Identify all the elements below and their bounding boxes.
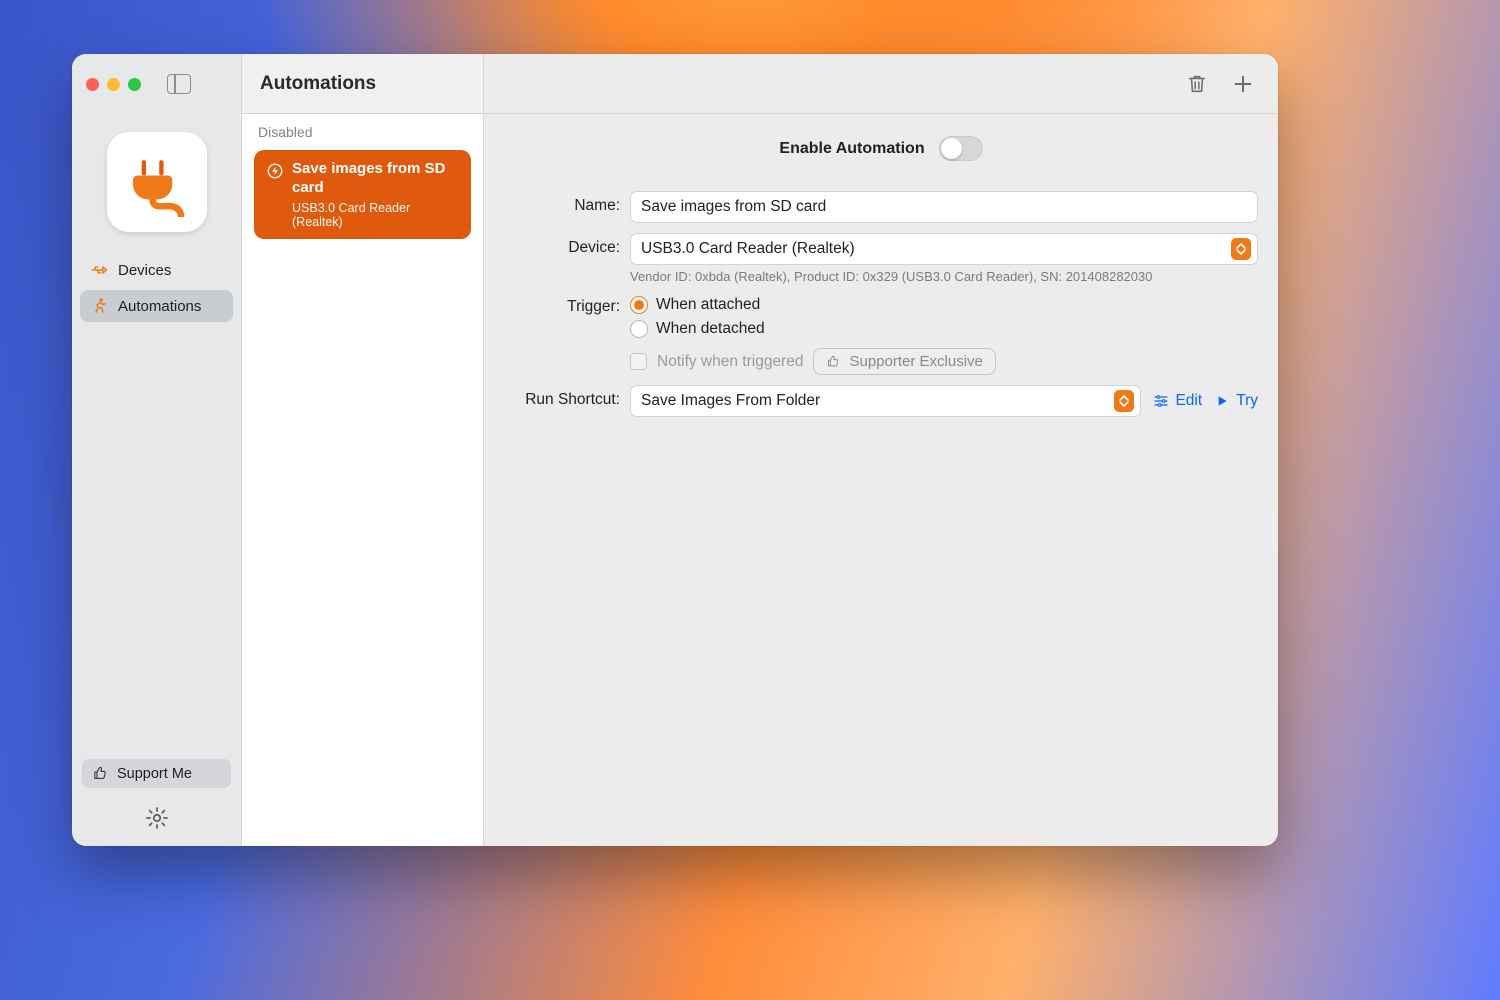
app-icon-wrap	[72, 114, 241, 254]
sidebar-nav: Devices Automations	[72, 254, 241, 322]
bolt-circle-icon	[266, 162, 284, 180]
supporter-badge-label: Supporter Exclusive	[849, 353, 982, 370]
list-section-disabled: Disabled	[242, 114, 483, 146]
radio-icon	[630, 320, 648, 338]
enable-automation-label: Enable Automation	[779, 140, 924, 158]
app-window: Devices Automations Support Me	[72, 54, 1278, 846]
enable-automation-row: Enable Automation	[504, 136, 1258, 161]
sidebar-item-automations[interactable]: Automations	[80, 290, 233, 322]
radio-icon	[630, 296, 648, 314]
thumbs-up-icon	[826, 354, 841, 369]
trigger-detached-label: When detached	[656, 320, 765, 338]
shortcut-select-value: Save Images From Folder	[641, 392, 820, 410]
device-select[interactable]: USB3.0 Card Reader (Realtek)	[630, 233, 1258, 265]
device-label: Device:	[504, 233, 620, 257]
try-label: Try	[1236, 392, 1258, 410]
automation-list-pane: Automations Disabled Save images from SD…	[242, 54, 484, 846]
plug-icon	[122, 147, 192, 217]
usb-icon	[90, 261, 108, 279]
trigger-attached-radio[interactable]: When attached	[630, 296, 996, 314]
detail-toolbar	[484, 54, 1278, 114]
trash-icon[interactable]	[1186, 73, 1208, 95]
sidebar-item-devices[interactable]: Devices	[80, 254, 233, 286]
shortcut-select[interactable]: Save Images From Folder	[630, 385, 1141, 417]
toggle-sidebar-icon[interactable]	[167, 74, 191, 94]
sidebar-item-label: Automations	[118, 298, 201, 315]
trigger-detached-radio[interactable]: When detached	[630, 320, 996, 338]
supporter-badge[interactable]: Supporter Exclusive	[813, 348, 995, 375]
trigger-attached-label: When attached	[656, 296, 760, 314]
edit-shortcut-button[interactable]: Edit	[1153, 392, 1202, 410]
support-me-label: Support Me	[117, 766, 192, 782]
thumbs-up-icon	[92, 765, 109, 782]
automation-item[interactable]: Save images from SD card USB3.0 Card Rea…	[254, 150, 471, 239]
name-label: Name:	[504, 191, 620, 215]
name-input[interactable]	[630, 191, 1258, 223]
zoom-window-button[interactable]	[128, 78, 141, 91]
page-title: Automations	[260, 73, 376, 95]
settings-icon[interactable]	[145, 806, 169, 830]
try-shortcut-button[interactable]: Try	[1214, 392, 1258, 410]
trigger-label: Trigger:	[504, 292, 620, 316]
detail-pane: Enable Automation Name: Device: USB3.0 C…	[484, 54, 1278, 846]
window-controls	[72, 54, 241, 114]
sidebar: Devices Automations Support Me	[72, 54, 242, 846]
device-hint: Vendor ID: 0xbda (Realtek), Product ID: …	[630, 269, 1258, 284]
shortcut-label: Run Shortcut:	[504, 385, 620, 409]
close-window-button[interactable]	[86, 78, 99, 91]
enable-automation-toggle[interactable]	[939, 136, 983, 161]
stepper-icon	[1231, 238, 1251, 260]
notify-label: Notify when triggered	[657, 353, 803, 371]
notify-checkbox[interactable]	[630, 353, 647, 370]
list-toolbar: Automations	[242, 54, 483, 114]
edit-label: Edit	[1175, 392, 1202, 410]
sidebar-item-label: Devices	[118, 262, 171, 279]
device-select-value: USB3.0 Card Reader (Realtek)	[641, 240, 855, 258]
automation-item-title: Save images from SD card	[292, 160, 459, 198]
sliders-icon	[1153, 393, 1169, 409]
support-me-button[interactable]: Support Me	[82, 759, 231, 788]
stepper-icon	[1114, 390, 1134, 412]
trigger-radio-group: When attached When detached Notify when …	[630, 292, 996, 375]
add-icon[interactable]	[1232, 73, 1254, 95]
running-icon	[90, 297, 108, 315]
automation-item-subtitle: USB3.0 Card Reader (Realtek)	[292, 201, 459, 229]
minimize-window-button[interactable]	[107, 78, 120, 91]
play-icon	[1214, 393, 1230, 409]
app-icon	[107, 132, 207, 232]
